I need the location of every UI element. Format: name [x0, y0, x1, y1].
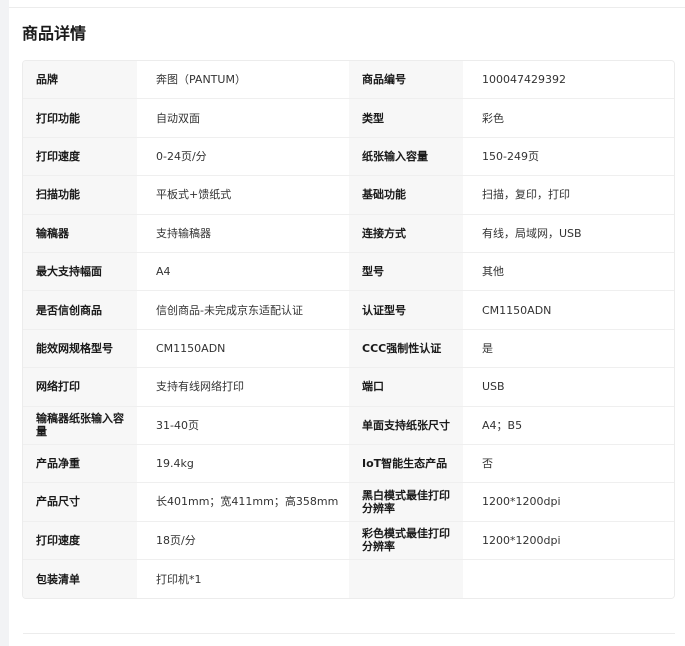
spec-value: 1200*1200dpi	[463, 521, 674, 560]
spec-key: 彩色模式最佳打印分辨率	[349, 521, 463, 560]
spec-key: 基础功能	[349, 176, 463, 214]
spec-key: 单面支持纸张尺寸	[349, 406, 463, 444]
spec-key: 黑白模式最佳打印分辨率	[349, 483, 463, 521]
spec-key: IoT智能生态产品	[349, 444, 463, 483]
spec-row: 打印速度 18页/分 彩色模式最佳打印分辨率 1200*1200dpi	[23, 521, 674, 561]
spec-value: 支持有线网络打印	[137, 368, 349, 406]
spec-row: 扫描功能 平板式+馈纸式 基础功能 扫描，复印，打印	[23, 176, 674, 215]
spec-key: 打印功能	[23, 99, 137, 137]
spec-key: 连接方式	[349, 214, 463, 252]
spec-value: 1200*1200dpi	[463, 483, 674, 521]
spec-row: 网络打印 支持有线网络打印 端口 USB	[23, 368, 674, 407]
spec-value: 19.4kg	[137, 444, 349, 483]
spec-key: 型号	[349, 252, 463, 291]
spec-value: USB	[463, 368, 674, 406]
spec-key	[349, 560, 463, 599]
spec-value: 自动双面	[137, 99, 349, 137]
spec-key: 包装清单	[23, 560, 137, 599]
spec-value: 0-24页/分	[137, 137, 349, 176]
left-rail	[0, 0, 9, 646]
section-title: 商品详情	[22, 24, 87, 43]
product-detail-page: 商品详情 品牌 奔图（PANTUM） 商品编号 100047429392 打印功能 自动双…	[0, 0, 685, 646]
spec-key: 端口	[349, 368, 463, 406]
spec-key: 输稿器纸张输入容量	[23, 406, 137, 444]
spec-value: 是	[463, 329, 674, 368]
spec-value: 有线，局域网，USB	[463, 214, 674, 252]
spec-key: 商品编号	[349, 61, 463, 99]
spec-key: 打印速度	[23, 137, 137, 176]
spec-row: 是否信创商品 信创商品-未完成京东适配认证 认证型号 CM1150ADN	[23, 291, 674, 330]
spec-key: 网络打印	[23, 368, 137, 406]
spec-row: 打印功能 自动双面 类型 彩色	[23, 99, 674, 138]
spec-value: 支持输稿器	[137, 214, 349, 252]
spec-value: 信创商品-未完成京东适配认证	[137, 291, 349, 329]
spec-key: 最大支持幅面	[23, 252, 137, 291]
spec-row: 输稿器纸张输入容量 31-40页 单面支持纸张尺寸 A4；B5	[23, 406, 674, 445]
spec-row: 最大支持幅面 A4 型号 其他	[23, 252, 674, 292]
spec-key: 扫描功能	[23, 176, 137, 214]
spec-key: 产品净重	[23, 444, 137, 483]
spec-value: 扫描，复印，打印	[463, 176, 674, 214]
spec-key: 认证型号	[349, 291, 463, 329]
spec-value: 奔图（PANTUM）	[137, 61, 349, 99]
spec-key: 输稿器	[23, 214, 137, 252]
spec-value: 150-249页	[463, 137, 674, 176]
spec-key: CCC强制性认证	[349, 329, 463, 368]
spec-row: 包装清单 打印机*1	[23, 560, 674, 599]
spec-value	[463, 560, 674, 599]
spec-value: 彩色	[463, 99, 674, 137]
spec-value: A4；B5	[463, 406, 674, 444]
spec-key: 类型	[349, 99, 463, 137]
spec-key: 能效网规格型号	[23, 329, 137, 368]
spec-key: 是否信创商品	[23, 291, 137, 329]
spec-value: 其他	[463, 252, 674, 291]
spec-row: 能效网规格型号 CM1150ADN CCC强制性认证是	[23, 329, 674, 369]
spec-value: 31-40页	[137, 406, 349, 444]
spec-row: 产品净重 19.4kg IoT智能生态产品否	[23, 444, 674, 484]
bottom-divider	[23, 633, 675, 634]
spec-value: 平板式+馈纸式	[137, 176, 349, 214]
spec-row: 输稿器 支持输稿器 连接方式 有线，局域网，USB	[23, 214, 674, 253]
spec-value: 18页/分	[137, 521, 349, 560]
spec-row: 品牌 奔图（PANTUM） 商品编号 100047429392	[23, 61, 674, 100]
spec-value: A4	[137, 252, 349, 291]
top-divider	[9, 7, 685, 8]
spec-value: 100047429392	[463, 61, 674, 99]
spec-row: 打印速度 0-24页/分 纸张输入容量 150-249页	[23, 137, 674, 177]
spec-key: 品牌	[23, 61, 137, 99]
spec-value: CM1150ADN	[463, 291, 674, 329]
spec-value: CM1150ADN	[137, 329, 349, 368]
spec-key: 产品尺寸	[23, 483, 137, 521]
spec-key: 打印速度	[23, 521, 137, 560]
spec-value: 否	[463, 444, 674, 483]
spec-value: 打印机*1	[137, 560, 349, 599]
spec-row: 产品尺寸 长401mm；宽411mm；高358mm 黑白模式最佳打印分辨率 1200*…	[23, 483, 674, 522]
spec-key: 纸张输入容量	[349, 137, 463, 176]
spec-value: 长401mm；宽411mm；高358mm	[137, 483, 349, 521]
spec-table: 品牌 奔图（PANTUM） 商品编号 100047429392 打印功能 自动双面 类型 彩色…	[22, 60, 675, 600]
